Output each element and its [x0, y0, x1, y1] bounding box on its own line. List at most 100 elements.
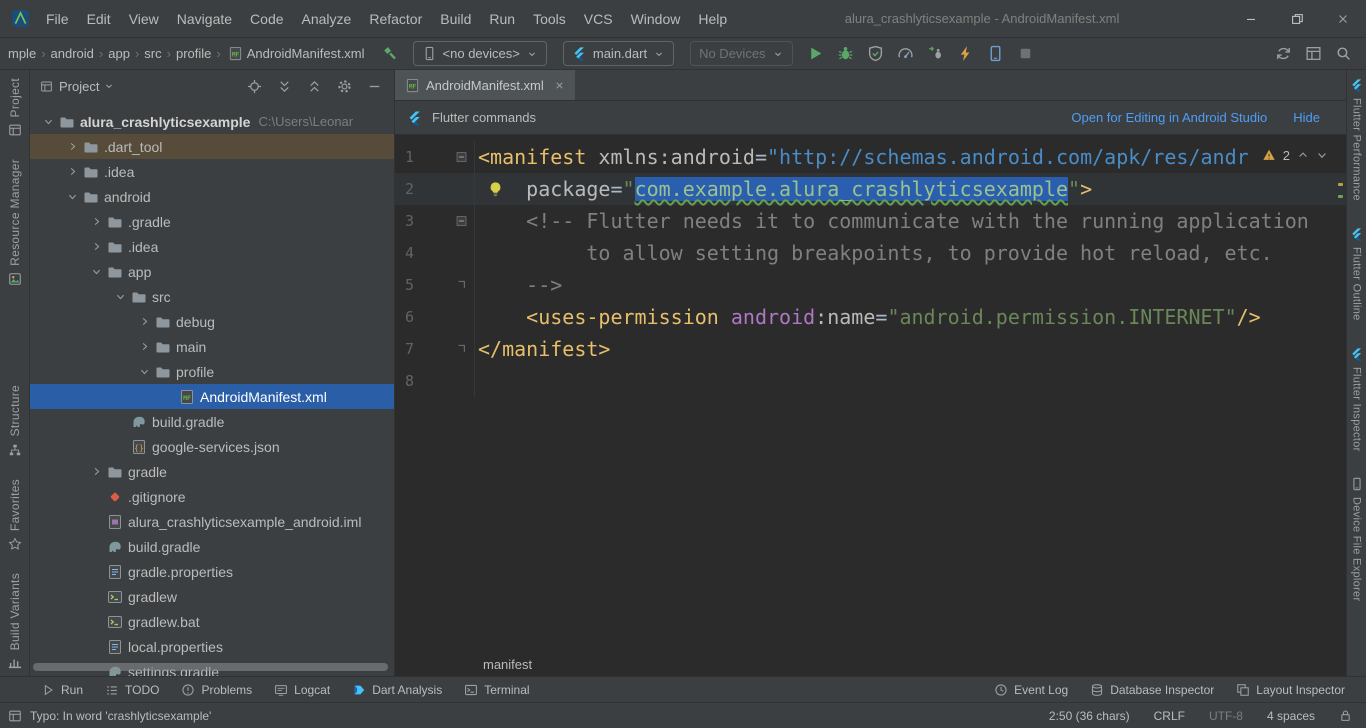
- fold-collapse-icon[interactable]: [455, 151, 468, 164]
- device-manager-button[interactable]: [983, 41, 1009, 67]
- indent-setting[interactable]: 4 spaces: [1267, 709, 1315, 723]
- tree-row-gradle[interactable]: gradle: [30, 459, 394, 484]
- search-everywhere-button[interactable]: [1330, 41, 1356, 67]
- intention-bulb-icon[interactable]: [487, 181, 504, 198]
- menu-build[interactable]: Build: [431, 0, 480, 38]
- tree-row-gitignore[interactable]: .gitignore: [30, 484, 394, 509]
- horizontal-scrollbar[interactable]: [33, 663, 388, 671]
- menu-tools[interactable]: Tools: [524, 0, 575, 38]
- tool-window-button-flutter-performance[interactable]: Flutter Performance: [1350, 78, 1364, 201]
- menu-code[interactable]: Code: [241, 0, 292, 38]
- menu-refactor[interactable]: Refactor: [360, 0, 431, 38]
- tree-row-gradle[interactable]: .gradle: [30, 209, 394, 234]
- tree-row-local-properties[interactable]: local.properties: [30, 634, 394, 659]
- tool-window-button-flutter-inspector[interactable]: Flutter Inspector: [1350, 347, 1364, 452]
- code-line-7[interactable]: 7</manifest>: [395, 333, 1346, 365]
- code-line-1[interactable]: 1<manifest xmlns:android="http://schemas…: [395, 141, 1346, 173]
- settings-icon[interactable]: [337, 79, 352, 94]
- collapse-all-icon[interactable]: [307, 79, 322, 94]
- tree-row-gradle-properties[interactable]: gradle.properties: [30, 559, 394, 584]
- tree-row-google-services-json[interactable]: {}google-services.json: [30, 434, 394, 459]
- tree-row-alura-crashlyticsexample[interactable]: alura_crashlyticsexampleC:\Users\Leonar: [30, 109, 394, 134]
- stop-button[interactable]: [1013, 41, 1039, 67]
- tree-expand-chevron-icon[interactable]: [64, 164, 81, 180]
- tree-collapse-chevron-icon[interactable]: [112, 289, 129, 305]
- tree-expand-chevron-icon[interactable]: [136, 314, 153, 330]
- tab-androidmanifest-xml[interactable]: MF AndroidManifest.xml: [395, 70, 575, 100]
- tree-row-dart-tool[interactable]: .dart_tool: [30, 134, 394, 159]
- file-encoding[interactable]: UTF-8: [1209, 709, 1243, 723]
- run-config-dropdown[interactable]: main.dart: [563, 41, 674, 66]
- tree-row-main[interactable]: main: [30, 334, 394, 359]
- tree-expand-chevron-icon[interactable]: [88, 464, 105, 480]
- tree-row-gradlew-bat[interactable]: gradlew.bat: [30, 609, 394, 634]
- tree-row-android[interactable]: android: [30, 184, 394, 209]
- profile-button[interactable]: [893, 41, 919, 67]
- breadcrumb-src[interactable]: src: [144, 46, 161, 61]
- menu-analyze[interactable]: Analyze: [293, 0, 361, 38]
- tool-window-button-event-log[interactable]: Event Log: [983, 683, 1079, 697]
- tool-window-button-run[interactable]: Run: [30, 677, 94, 702]
- tree-row-build-gradle[interactable]: build.gradle: [30, 409, 394, 434]
- tool-window-button-structure[interactable]: Structure: [8, 385, 22, 456]
- menu-window[interactable]: Window: [622, 0, 690, 38]
- menu-view[interactable]: View: [120, 0, 168, 38]
- tree-expand-chevron-icon[interactable]: [88, 239, 105, 255]
- tree-row-idea[interactable]: .idea: [30, 159, 394, 184]
- hide-icon[interactable]: [367, 79, 382, 94]
- code-line-5[interactable]: 5 -->: [395, 269, 1346, 301]
- prev-problem-icon[interactable]: [1297, 149, 1309, 161]
- tool-window-button-logcat[interactable]: Logcat: [263, 677, 341, 702]
- locate-icon[interactable]: [247, 79, 262, 94]
- tool-window-button-terminal[interactable]: Terminal: [453, 677, 540, 702]
- expand-all-icon[interactable]: [277, 79, 292, 94]
- flutter-devices-dropdown[interactable]: No Devices: [690, 41, 792, 66]
- breadcrumb-app[interactable]: app: [108, 46, 130, 61]
- tree-row-debug[interactable]: debug: [30, 309, 394, 334]
- layout-editor-button[interactable]: [1300, 41, 1326, 67]
- tree-collapse-chevron-icon[interactable]: [136, 364, 153, 380]
- tool-window-button-dart-analysis[interactable]: Dart Analysis: [341, 677, 453, 702]
- next-problem-icon[interactable]: [1316, 149, 1328, 161]
- tool-windows-icon[interactable]: [8, 709, 22, 723]
- tree-expand-chevron-icon[interactable]: [64, 139, 81, 155]
- tree-collapse-chevron-icon[interactable]: [88, 264, 105, 280]
- error-stripe-typo-mark[interactable]: [1338, 195, 1343, 198]
- code-line-6[interactable]: 6 <uses-permission android:name="android…: [395, 301, 1346, 333]
- run-button[interactable]: [803, 41, 829, 67]
- menu-edit[interactable]: Edit: [78, 0, 120, 38]
- menu-run[interactable]: Run: [480, 0, 524, 38]
- code-editor[interactable]: 1<manifest xmlns:android="http://schemas…: [395, 135, 1346, 652]
- fold-collapse-icon[interactable]: [455, 215, 468, 228]
- breadcrumb-androidmanifest-xml[interactable]: AndroidManifest.xml: [247, 46, 365, 61]
- tree-row-alura-crashlyticsexample-android-iml[interactable]: alura_crashlyticsexample_android.iml: [30, 509, 394, 534]
- debug-button[interactable]: [833, 41, 859, 67]
- breadcrumb-mple[interactable]: mple: [8, 46, 36, 61]
- code-line-8[interactable]: 8: [395, 365, 1346, 397]
- code-line-2[interactable]: 2 package="com.example.alura_crashlytics…: [395, 173, 1346, 205]
- menu-navigate[interactable]: Navigate: [168, 0, 241, 38]
- run-with-coverage-button[interactable]: [863, 41, 889, 67]
- tree-expand-chevron-icon[interactable]: [136, 339, 153, 355]
- build-hammer-icon[interactable]: [377, 41, 403, 67]
- breadcrumb-android[interactable]: android: [51, 46, 94, 61]
- project-view-selector[interactable]: Project: [59, 79, 115, 94]
- tree-row-gradlew[interactable]: gradlew: [30, 584, 394, 609]
- tool-window-button-resource-manager[interactable]: Resource Manager: [8, 159, 22, 286]
- tree-row-app[interactable]: app: [30, 259, 394, 284]
- tree-expand-chevron-icon[interactable]: [88, 214, 105, 230]
- device-selector-dropdown[interactable]: <no devices>: [413, 41, 547, 66]
- breadcrumb-manifest-tag[interactable]: manifest: [483, 657, 532, 672]
- apply-changes-button[interactable]: [953, 41, 979, 67]
- open-in-android-studio-link[interactable]: Open for Editing in Android Studio: [1071, 110, 1267, 125]
- tool-window-button-layout-inspector[interactable]: Layout Inspector: [1225, 683, 1356, 697]
- tool-window-button-build-variants[interactable]: Build Variants: [8, 573, 22, 670]
- inspections-widget[interactable]: 2: [1256, 144, 1334, 166]
- menu-help[interactable]: Help: [689, 0, 736, 38]
- lock-icon[interactable]: [1339, 709, 1352, 722]
- tool-window-button-todo[interactable]: TODO: [94, 677, 170, 702]
- minimize-button[interactable]: [1228, 0, 1274, 38]
- line-separator[interactable]: CRLF: [1154, 709, 1185, 723]
- tool-window-button-problems[interactable]: Problems: [170, 677, 263, 702]
- close-button[interactable]: [1320, 0, 1366, 38]
